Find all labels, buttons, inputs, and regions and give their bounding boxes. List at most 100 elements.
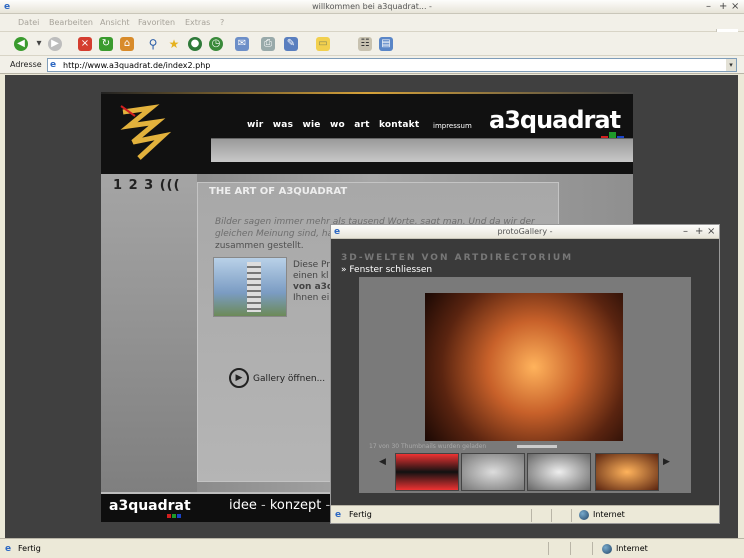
divider [571,509,572,522]
logo-flame-icon [120,104,171,160]
separator: - [261,498,266,513]
main-nav: wir was wie wo art kontakt [247,120,425,130]
back-dropdown-icon[interactable]: ▾ [35,37,43,51]
nav-art[interactable]: art [354,120,369,130]
impressum-link[interactable]: impressum [433,122,472,130]
browser-window: e willkommen bei a3quadrat... - – + × Da… [0,0,744,558]
thumbnail[interactable] [461,453,525,491]
internet-zone-icon [579,510,589,520]
footer-square-red [167,514,171,518]
print-icon[interactable]: ⎙ [261,37,275,51]
status-text: Fertig [18,544,41,553]
favorites-icon[interactable]: ★ [167,37,181,51]
thumbnail[interactable] [395,453,459,491]
prev-arrow-icon[interactable]: ◀ [379,457,386,467]
intro-end: zusammen gestellt. [215,241,304,251]
divider [531,509,532,522]
load-progress-bar [517,445,557,448]
window-title: willkommen bei a3quadrat... - [312,2,432,11]
zone-text: Internet [616,544,648,553]
refresh-icon[interactable]: ↻ [99,37,113,51]
nav-wir[interactable]: wir [247,120,263,130]
close-button[interactable]: × [731,1,739,13]
address-url[interactable]: http://www.a3quadrat.de/index2.php [63,61,210,70]
home-icon[interactable]: ⌂ [120,37,134,51]
desc-line: von a3q [293,282,334,292]
discuss-icon[interactable]: ▭ [316,37,330,51]
play-icon[interactable]: ▶ [229,368,249,388]
tower-shape [247,262,261,312]
page-icon: e [335,510,342,520]
menu-favoriten[interactable]: Favoriten [138,18,175,27]
research-icon[interactable]: ▤ [379,37,393,51]
menu-datei[interactable]: Datei [18,18,39,27]
header-line [101,92,633,94]
thumbnail-load-status: 17 von 30 Thumbnails wurden geladen [369,443,487,450]
divider [548,542,549,555]
thumbnail[interactable] [527,453,591,491]
footer-square-green [172,514,176,518]
media-icon[interactable]: ● [188,37,202,51]
next-arrow-icon[interactable]: ▶ [663,457,670,467]
site-logo[interactable]: a3quadrat [489,106,621,134]
address-input[interactable]: e http://www.a3quadrat.de/index2.php ▾ [47,58,737,72]
popup-close-button[interactable]: × [707,226,715,238]
nav-wo[interactable]: wo [330,120,345,130]
panel-title: THE ART OF A3QUADRAT [209,186,348,197]
left-column [101,174,197,492]
header-bar [211,138,633,162]
menu-help[interactable]: ? [220,18,224,27]
back-icon[interactable]: ◀ [14,37,28,51]
footer-logo[interactable]: a3quadrat [109,498,191,514]
internet-zone-icon [602,544,612,554]
divider [570,542,571,555]
forward-icon[interactable]: ▶ [48,37,62,51]
footer-square-blue [177,514,181,518]
address-dropdown-icon[interactable]: ▾ [726,59,736,71]
minimize-button[interactable]: – [706,1,711,13]
gallery-area: 17 von 30 Thumbnails wurden geladen ◀ ▶ [359,277,691,493]
divider [551,509,552,522]
search-icon[interactable]: ⚲ [146,37,160,51]
popup-zone-text: Internet [593,510,625,519]
nav-kontakt[interactable]: kontakt [379,120,419,130]
history-icon[interactable]: ◷ [209,37,223,51]
menu-ansicht[interactable]: Ansicht [100,18,130,27]
messenger-icon[interactable]: ☷ [358,37,372,51]
status-bar: e Fertig Internet [0,538,744,558]
edit-icon[interactable]: ✎ [284,37,298,51]
popup-status-bar: e Fertig Internet [331,505,719,523]
footer-nav: idee - konzept - r [229,498,340,513]
gallery-open-link[interactable]: Gallery öffnen... [253,374,325,384]
page-number-nav[interactable]: 1 2 3 ((( [113,178,181,193]
gallery-popup-window: e protoGallery - – + × 3D-WELTEN VON ART… [330,224,720,524]
gallery-main-image[interactable] [425,293,623,441]
stop-icon[interactable]: × [78,37,92,51]
site-header: wir was wie wo art kontakt impressum a3q… [101,92,633,174]
menu-bearbeiten[interactable]: Bearbeiten [49,18,93,27]
popup-heading: 3D-WELTEN VON ARTDIRECTORIUM [341,253,574,263]
desc-line: Ihnen ei [293,293,330,303]
divider [592,542,593,555]
footer-nav-konzept[interactable]: konzept [270,498,321,513]
address-label: Adresse [10,60,42,69]
menu-extras[interactable]: Extras [185,18,210,27]
footer-nav-idee[interactable]: idee [229,498,257,513]
menu-bar: Datei Bearbeiten Ansicht Favoriten Extra… [0,14,744,45]
maximize-button[interactable]: + [719,1,727,13]
page-icon: e [5,544,12,554]
nav-was[interactable]: was [273,120,293,130]
page-icon: e [50,60,57,70]
thumbnail[interactable] [595,453,659,491]
popup-minimize-button[interactable]: – [683,226,688,238]
close-window-link[interactable]: » Fenster schliessen [341,265,432,275]
popup-title-bar: e protoGallery - – + × [331,225,719,239]
toolbar: ◀ ▾ ▶ × ↻ ⌂ ⚲ ★ ● ◷ ✉ ⎙ ✎ ▭ ☷ ▤ [0,32,744,56]
mail-icon[interactable]: ✉ [235,37,249,51]
popup-title: protoGallery - [497,227,553,236]
building-thumbnail[interactable] [213,257,287,317]
popup-maximize-button[interactable]: + [695,226,703,238]
desc-line: einen kl [293,271,329,281]
nav-wie[interactable]: wie [303,120,321,130]
popup-status-text: Fertig [349,510,372,519]
